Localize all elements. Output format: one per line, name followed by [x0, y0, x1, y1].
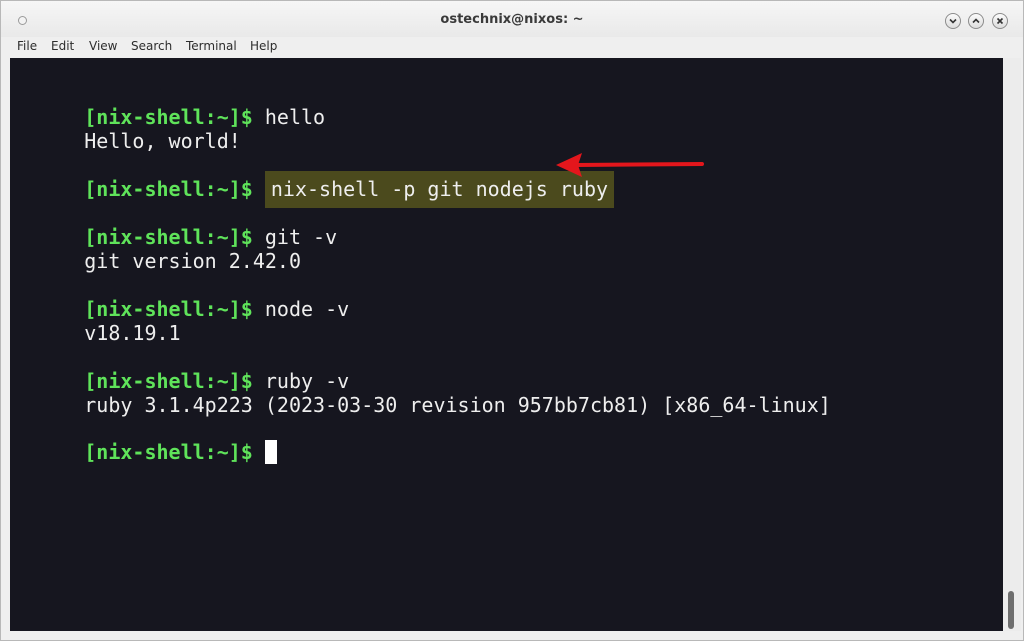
close-button[interactable] — [992, 13, 1008, 29]
arrow-left-icon — [556, 153, 704, 177]
scrollbar-thumb[interactable] — [1008, 591, 1014, 629]
menu-help[interactable]: Help — [250, 39, 277, 53]
chevron-up-icon — [972, 18, 980, 24]
window-title: ostechnix@nixos: ~ — [440, 12, 584, 27]
terminal-area[interactable]: [nix-shell:~]$ hello Hello, world! [nix-… — [10, 58, 1003, 631]
menu-edit[interactable]: Edit — [51, 39, 74, 53]
title-bar[interactable]: ostechnix@nixos: ~ — [1, 1, 1023, 37]
menu-bar: File Edit View Search Terminal Help — [1, 37, 1023, 57]
close-icon — [996, 17, 1004, 25]
scrollbar[interactable] — [1003, 58, 1021, 631]
menu-search[interactable]: Search — [131, 39, 172, 53]
menu-terminal[interactable]: Terminal — [186, 39, 237, 53]
chevron-down-icon — [949, 18, 957, 24]
terminal-window: ostechnix@nixos: ~ File Edit View Search… — [0, 0, 1024, 641]
menu-file[interactable]: File — [17, 39, 37, 53]
minimize-button[interactable] — [945, 13, 961, 29]
maximize-button[interactable] — [968, 13, 984, 29]
menu-view[interactable]: View — [89, 39, 117, 53]
